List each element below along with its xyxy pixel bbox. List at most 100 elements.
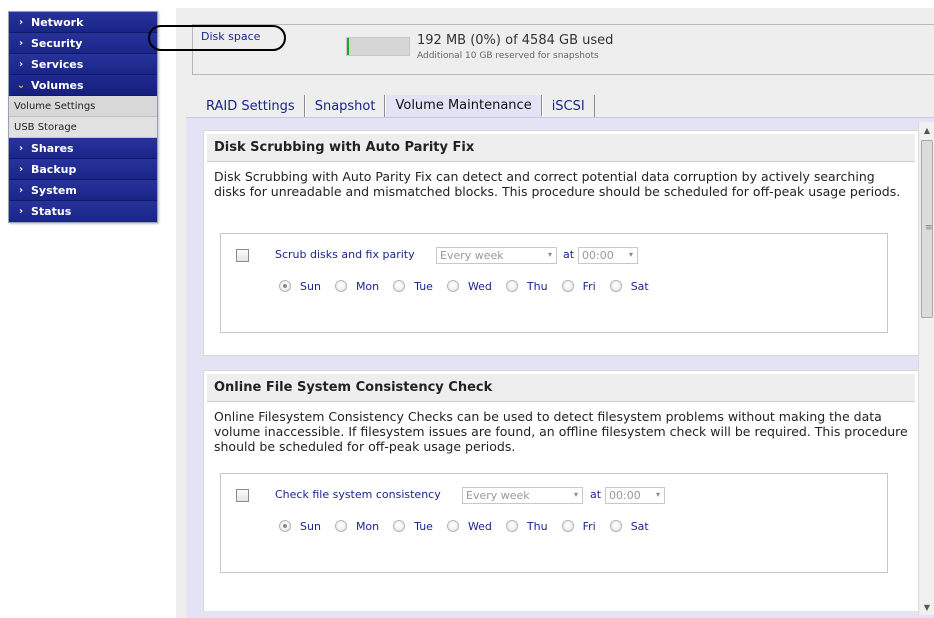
- sidebar-item-label: Services: [31, 57, 84, 71]
- tab-bar: RAID Settings Snapshot Volume Maintenanc…: [197, 95, 595, 117]
- sidebar-nav: › Network › Security › Services ⌄ Volume…: [8, 11, 158, 223]
- grip-icon: ≡: [925, 223, 932, 233]
- day-label: Wed: [467, 519, 492, 533]
- radio-button[interactable]: [446, 520, 459, 532]
- day-option-thu[interactable]: Thu: [505, 278, 548, 294]
- day-label: Fri: [582, 519, 596, 533]
- day-option-mon[interactable]: Mon: [334, 518, 380, 534]
- chevron-right-icon: ›: [18, 206, 24, 217]
- sidebar-subitem-volume-settings[interactable]: Volume Settings: [9, 96, 157, 117]
- day-label: Sat: [630, 279, 649, 293]
- schedule-box: Scrub disks and fix parity Every week ▾ …: [220, 233, 888, 333]
- frequency-select[interactable]: Every week ▾: [436, 247, 557, 264]
- day-label: Mon: [355, 279, 380, 293]
- day-label: Wed: [467, 279, 492, 293]
- scrub-disks-checkbox[interactable]: [236, 249, 249, 262]
- sidebar-item-volumes[interactable]: ⌄ Volumes: [9, 75, 157, 96]
- day-label: Tue: [414, 279, 433, 293]
- radio-button[interactable]: [393, 520, 406, 532]
- day-label: Thu: [526, 519, 548, 533]
- day-label: Fri: [582, 279, 596, 293]
- day-label: Sat: [630, 519, 649, 533]
- day-option-mon[interactable]: Mon: [334, 278, 380, 294]
- sidebar-item-services[interactable]: › Services: [9, 54, 157, 75]
- tab-raid-settings[interactable]: RAID Settings: [197, 95, 305, 117]
- checkbox-label: Scrub disks and fix parity: [275, 248, 415, 261]
- scroll-thumb[interactable]: ≡: [921, 140, 933, 318]
- scroll-up-icon[interactable]: ▲: [919, 122, 934, 138]
- radio-button[interactable]: [334, 280, 347, 292]
- radio-button[interactable]: [505, 280, 518, 292]
- annotation-highlight-oval: [148, 25, 286, 51]
- day-label: Sun: [300, 279, 321, 293]
- section-title: Disk Scrubbing with Auto Parity Fix: [207, 134, 915, 162]
- frequency-select[interactable]: Every week ▾: [462, 487, 583, 504]
- radio-button[interactable]: [609, 280, 622, 292]
- dropdown-arrow-icon: ▾: [573, 490, 578, 499]
- radio-button[interactable]: [609, 520, 622, 532]
- time-select[interactable]: 00:00 ▾: [578, 247, 638, 264]
- day-option-tue[interactable]: Tue: [393, 518, 433, 534]
- tab-iscsi[interactable]: iSCSI: [541, 95, 595, 117]
- disk-usage-fill: [347, 38, 349, 55]
- radio-button[interactable]: [505, 520, 518, 532]
- disk-used-text: 192 MB (0%) of 4584 GB used: [417, 33, 614, 48]
- tab-snapshot[interactable]: Snapshot: [304, 95, 386, 117]
- time-value: 00:00: [609, 489, 641, 502]
- chevron-down-icon: ⌄: [16, 79, 26, 91]
- sidebar-item-network[interactable]: › Network: [9, 12, 157, 33]
- day-option-sun[interactable]: Sun: [279, 518, 321, 534]
- vertical-scrollbar[interactable]: ▲ ≡ ▼: [918, 122, 934, 615]
- checkbox-label: Check file system consistency: [275, 488, 441, 501]
- sidebar-item-status[interactable]: › Status: [9, 201, 157, 222]
- chevron-right-icon: ›: [18, 142, 24, 154]
- dropdown-arrow-icon: ▾: [655, 490, 660, 499]
- sidebar-item-backup[interactable]: › Backup: [9, 159, 157, 180]
- section-description: Disk Scrubbing with Auto Parity Fix can …: [214, 169, 901, 199]
- radio-button[interactable]: [279, 280, 291, 292]
- sidebar-item-system[interactable]: › System: [9, 180, 157, 201]
- disk-usage-meter: [346, 37, 410, 56]
- radio-button[interactable]: [561, 280, 574, 292]
- day-option-sat[interactable]: Sat: [609, 278, 649, 294]
- day-option-fri[interactable]: Fri: [561, 518, 596, 534]
- tab-volume-maintenance[interactable]: Volume Maintenance: [385, 95, 542, 117]
- day-label: Sun: [300, 519, 321, 533]
- radio-button[interactable]: [334, 520, 347, 532]
- radio-button[interactable]: [446, 280, 459, 292]
- disk-space-bar: Disk space 192 MB (0%) of 4584 GB used A…: [192, 24, 934, 75]
- schedule-box: Check file system consistency Every week…: [220, 473, 888, 573]
- main-content: Disk space 192 MB (0%) of 4584 GB used A…: [176, 8, 934, 618]
- check-fs-checkbox[interactable]: [236, 489, 249, 502]
- radio-button[interactable]: [393, 280, 406, 292]
- day-option-fri[interactable]: Fri: [561, 278, 596, 294]
- section-title: Online File System Consistency Check: [207, 374, 915, 402]
- sidebar-item-shares[interactable]: › Shares: [9, 138, 157, 159]
- tab-panel: Disk Scrubbing with Auto Parity Fix Disk…: [186, 117, 934, 618]
- day-option-wed[interactable]: Wed: [446, 518, 492, 534]
- dropdown-arrow-icon: ▾: [628, 250, 633, 259]
- sidebar-item-label: System: [31, 183, 77, 197]
- day-label: Thu: [526, 279, 548, 293]
- radio-button[interactable]: [561, 520, 574, 532]
- radio-button[interactable]: [279, 520, 291, 532]
- day-label: Mon: [355, 519, 380, 533]
- chevron-right-icon: ›: [18, 37, 24, 49]
- sidebar-item-label: Security: [31, 36, 83, 50]
- day-option-wed[interactable]: Wed: [446, 278, 492, 294]
- scroll-down-icon[interactable]: ▼: [919, 599, 934, 615]
- fs-consistency-section: Online File System Consistency Check Onl…: [203, 370, 919, 611]
- day-option-sat[interactable]: Sat: [609, 518, 649, 534]
- day-option-thu[interactable]: Thu: [505, 518, 548, 534]
- dropdown-arrow-icon: ▾: [547, 250, 552, 259]
- sidebar-subitem-usb-storage[interactable]: USB Storage: [9, 117, 157, 138]
- at-label: at: [563, 248, 575, 261]
- time-select[interactable]: 00:00 ▾: [605, 487, 665, 504]
- day-option-sun[interactable]: Sun: [279, 278, 321, 294]
- sidebar-item-label: Backup: [31, 162, 77, 176]
- day-option-tue[interactable]: Tue: [393, 278, 433, 294]
- sidebar-item-security[interactable]: › Security: [9, 33, 157, 54]
- chevron-right-icon: ›: [18, 184, 24, 196]
- day-radio-group: Sun Mon Tue Wed Thu Fri Sat: [279, 278, 663, 294]
- chevron-right-icon: ›: [18, 58, 24, 70]
